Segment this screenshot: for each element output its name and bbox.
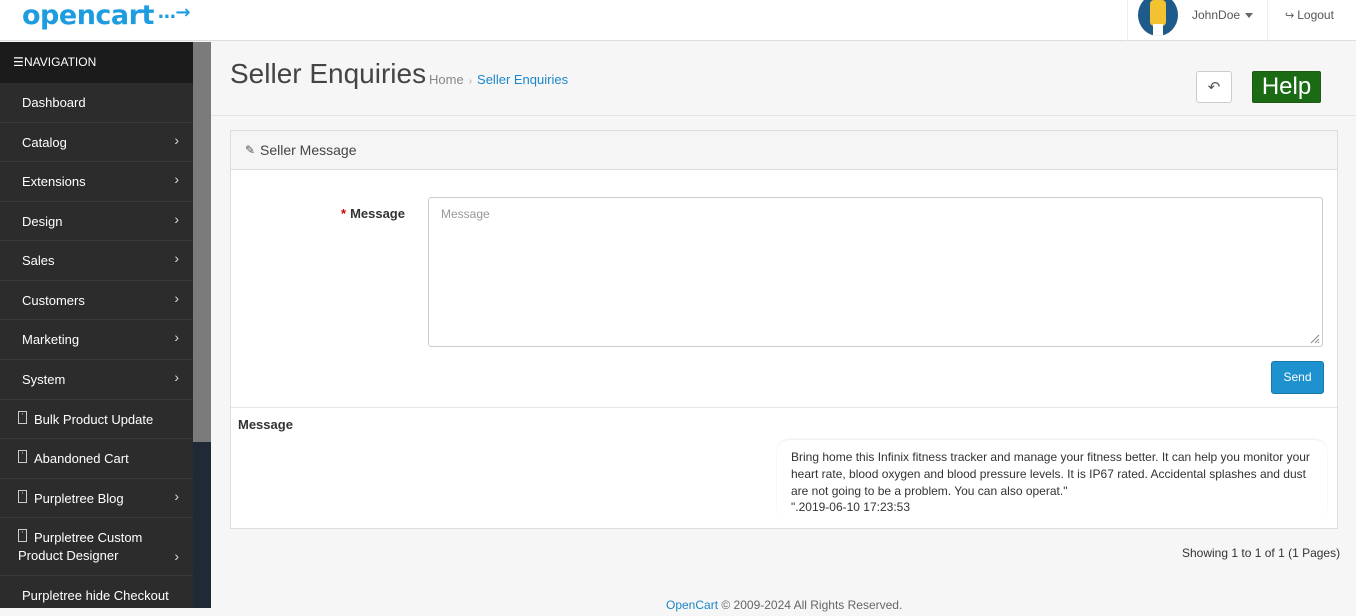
message-label: * Message	[341, 206, 405, 221]
logout-link[interactable]: ↪ Logout	[1285, 8, 1334, 22]
sidebar-item-label: System	[22, 372, 66, 387]
chevron-down-icon	[1245, 13, 1253, 18]
breadcrumb: Home › Seller Enquiries	[429, 72, 568, 87]
footer: OpenCart © 2009-2024 All Rights Reserved…	[666, 598, 902, 612]
sidebar-item-label: Customers	[22, 293, 85, 308]
chevron-right-icon: ›	[174, 329, 179, 345]
seller-message-panel: ✎ Seller Message *Message Send Message B…	[230, 130, 1338, 529]
sidebar-item-label: Sales	[22, 253, 55, 268]
chevron-right-icon: ›	[174, 369, 179, 385]
sidebar-item-label: Purpletree hide Checkout	[22, 588, 169, 603]
breadcrumb-home[interactable]: Home	[429, 72, 464, 87]
breadcrumb-current[interactable]: Seller Enquiries	[477, 72, 568, 87]
help-button[interactable]: Help	[1252, 71, 1321, 103]
sidebar-item-catalog[interactable]: Catalog ›	[0, 123, 193, 162]
messages-heading: Message	[238, 417, 293, 432]
nav-heading[interactable]: ☰NAVIGATION	[0, 42, 193, 83]
message-timestamp: ".2019-06-10 17:23:53	[791, 500, 911, 514]
sidebar-item-extensions[interactable]: Extensions ›	[0, 162, 193, 202]
top-header: opencart …→ JohnDoe ↪ Logout	[0, 0, 1356, 41]
sidebar-item-customers[interactable]: Customers ›	[0, 281, 193, 320]
resize-handle-icon[interactable]	[1308, 332, 1320, 344]
footer-link[interactable]: OpenCart	[666, 598, 718, 612]
send-button[interactable]: Send	[1271, 361, 1324, 394]
sidebar-item-abandoned-cart[interactable]: ⋅ Abandoned Cart	[0, 439, 193, 479]
logo-text: opencart	[22, 0, 154, 31]
sidebar: ☰NAVIGATION Dashboard Catalog › Extension…	[0, 42, 193, 608]
message-label-text: Message	[350, 206, 405, 221]
sidebar-item-bulk-product-update[interactable]: ⋅ Bulk Product Update	[0, 400, 193, 439]
module-icon: ⋅	[18, 410, 27, 424]
panel-title: Seller Message	[260, 142, 357, 158]
sidebar-item-label: Dashboard	[22, 95, 86, 110]
chevron-right-icon: ›	[174, 132, 179, 148]
sidebar-item-purpletree-blog[interactable]: ⋅ Purpletree Blog ›	[0, 479, 193, 518]
message-text: Bring home this Infinix fitness tracker …	[791, 450, 1310, 498]
sidebar-item-label: Abandoned Cart	[34, 451, 129, 466]
chevron-right-icon: ›	[174, 250, 179, 266]
sidebar-item-marketing[interactable]: Marketing ›	[0, 320, 193, 360]
sidebar-item-purpletree-hide-checkout[interactable]: Purpletree hide Checkout	[0, 576, 193, 616]
pencil-icon: ✎	[245, 143, 256, 157]
sidebar-item-system[interactable]: System ›	[0, 360, 193, 400]
back-button[interactable]: ↶	[1196, 71, 1232, 103]
chevron-right-icon: ›	[174, 548, 179, 564]
username: JohnDoe	[1192, 8, 1241, 22]
pagination-info: Showing 1 to 1 of 1 (1 Pages)	[1182, 546, 1341, 560]
sidebar-item-dashboard[interactable]: Dashboard	[0, 83, 193, 123]
sidebar-item-label: Design	[22, 214, 63, 229]
sidebar-item-label: Marketing	[22, 332, 80, 347]
footer-text: © 2009-2024 All Rights Reserved.	[718, 598, 903, 612]
menu-icon: ☰	[13, 55, 24, 69]
message-bubble: Bring home this Infinix fitness tracker …	[777, 440, 1327, 522]
sidebar-item-sales[interactable]: Sales ›	[0, 241, 193, 281]
chevron-right-icon: ›	[174, 211, 179, 227]
chevron-right-icon: ›	[174, 290, 179, 306]
sidebar-item-purpletree-custom-product-designer[interactable]: ⋅ Purpletree Custom Product Designer ›	[0, 518, 193, 576]
reply-icon: ↶	[1207, 79, 1221, 96]
panel-heading: ✎ Seller Message	[231, 131, 1337, 170]
divider	[231, 407, 1337, 408]
module-icon: ⋅	[18, 449, 27, 463]
sign-out-icon: ↪	[1285, 10, 1295, 22]
module-icon: ⋅	[18, 528, 27, 542]
chevron-right-icon: ›	[174, 488, 179, 504]
message-textarea[interactable]	[428, 197, 1323, 347]
avatar	[1138, 0, 1178, 36]
cart-icon: …→	[157, 2, 191, 23]
logout-label: Logout	[1297, 8, 1334, 22]
divider	[211, 115, 1356, 116]
page-title: Seller Enquiries	[230, 58, 427, 89]
sidebar-item-label-line2: Product Designer	[18, 548, 119, 563]
sidebar-item-design[interactable]: Design ›	[0, 202, 193, 241]
sidebar-scrollbar-thumb[interactable]	[193, 42, 211, 442]
nav-heading-label: NAVIGATION	[24, 55, 97, 69]
sidebar-item-label: Extensions	[22, 174, 86, 189]
sidebar-item-label: Bulk Product Update	[34, 412, 154, 427]
user-menu[interactable]: JohnDoe	[1127, 0, 1268, 41]
breadcrumb-separator-icon: ›	[468, 76, 473, 87]
sidebar-item-label: Purpletree Blog	[34, 491, 124, 506]
opencart-logo[interactable]: opencart …→	[22, 0, 190, 31]
sidebar-item-label: Catalog	[22, 135, 67, 150]
chevron-right-icon: ›	[174, 171, 179, 187]
sidebar-item-label: Purpletree Custom	[34, 530, 143, 545]
module-icon: ⋅	[18, 489, 27, 503]
required-asterisk: *	[341, 206, 347, 221]
